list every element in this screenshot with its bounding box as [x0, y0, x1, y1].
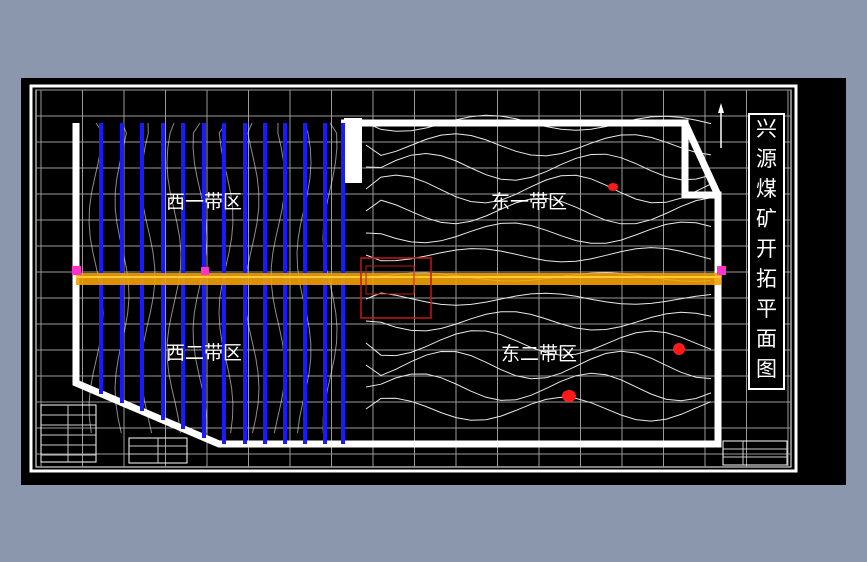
- title-char: 图: [756, 357, 777, 381]
- title-char: 平: [756, 297, 777, 321]
- legend-table: [40, 404, 97, 463]
- drawing-title: 兴源煤矿开拓平面图: [756, 117, 777, 381]
- title-char: 拓: [756, 267, 777, 291]
- zone-label-east-two: 东二带区: [501, 343, 577, 365]
- title-char: 源: [756, 147, 777, 171]
- mid-shaft-marker: [201, 267, 209, 275]
- zone-label-east-one: 东一带区: [491, 191, 567, 213]
- zone-label-west-two: 西二带区: [166, 342, 242, 364]
- detail-box: [360, 257, 432, 319]
- stats-table: [128, 437, 188, 464]
- zone-label-west-one: 西一带区: [166, 191, 242, 213]
- title-char: 矿: [756, 207, 777, 231]
- west-shaft-marker: [72, 266, 81, 275]
- shaft-pillar: [344, 118, 362, 183]
- hazard-marker: [608, 183, 618, 191]
- main-roadway: [76, 273, 721, 285]
- title-char: 煤: [756, 177, 777, 201]
- east-shaft-marker: [717, 266, 726, 275]
- title-char: 面: [756, 327, 777, 351]
- signature-table: [722, 440, 788, 466]
- boundary-northeast-chamfer: [611, 119, 722, 197]
- north-arrow-icon: [718, 103, 724, 148]
- title-char: 开: [756, 237, 777, 261]
- hazard-marker: [562, 390, 576, 402]
- title-char: 兴: [756, 117, 777, 141]
- mine-plan-svg: 西一带区 西二带区 东一带区 东二带区 兴源煤矿开拓平面图: [29, 84, 798, 473]
- cad-drawing: 西一带区 西二带区 东一带区 东二带区 兴源煤矿开拓平面图: [21, 78, 846, 485]
- hazard-marker: [673, 343, 685, 355]
